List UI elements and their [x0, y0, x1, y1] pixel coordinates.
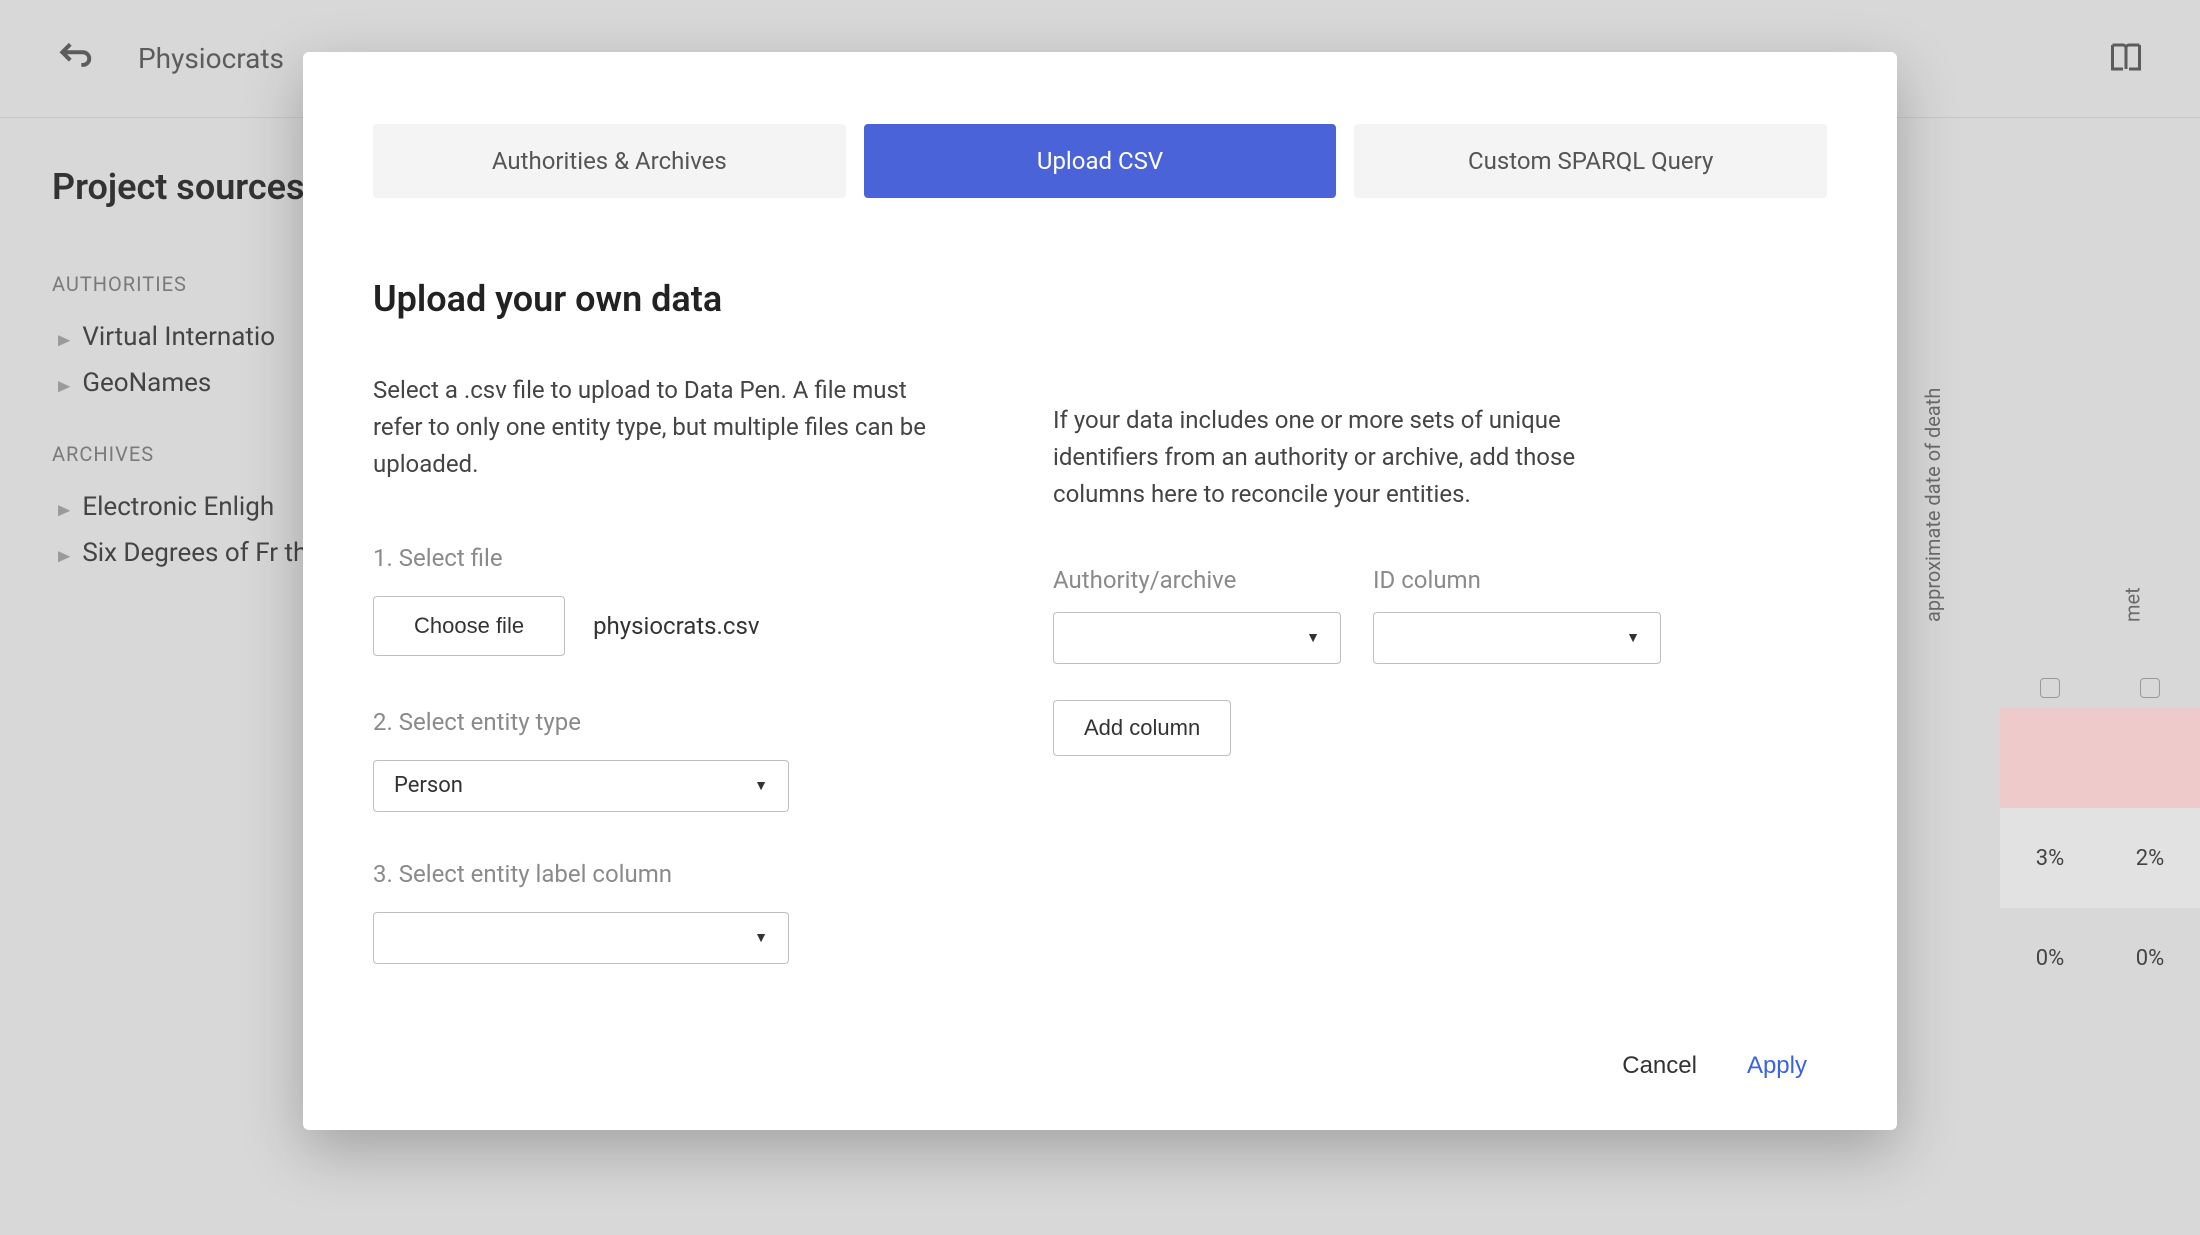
cancel-button[interactable]: Cancel	[1622, 1052, 1697, 1080]
modal-heading: Upload your own data	[373, 278, 1827, 320]
tab-upload-csv[interactable]: Upload CSV	[864, 124, 1337, 198]
modal-tabs: Authorities & Archives Upload CSV Custom…	[373, 124, 1827, 198]
upload-modal: Authorities & Archives Upload CSV Custom…	[303, 52, 1897, 1130]
chevron-down-icon: ▼	[1306, 629, 1320, 646]
step-2-label: 2. Select entity type	[373, 708, 933, 736]
chevron-down-icon: ▼	[754, 929, 768, 946]
id-column-label: ID column	[1373, 566, 1661, 594]
modal-description: Select a .csv file to upload to Data Pen…	[373, 372, 933, 484]
authority-label: Authority/archive	[1053, 566, 1341, 594]
chevron-down-icon: ▼	[1626, 629, 1640, 646]
entity-type-select[interactable]: Person ▼	[373, 760, 789, 812]
tab-authorities[interactable]: Authorities & Archives	[373, 124, 846, 198]
chevron-down-icon: ▼	[754, 777, 768, 794]
modal-backdrop: Authorities & Archives Upload CSV Custom…	[0, 0, 2200, 1235]
apply-button[interactable]: Apply	[1747, 1052, 1807, 1080]
step-3-label: 3. Select entity label column	[373, 860, 933, 888]
authority-select[interactable]: ▼	[1053, 612, 1341, 664]
id-column-select[interactable]: ▼	[1373, 612, 1661, 664]
add-column-button[interactable]: Add column	[1053, 700, 1231, 756]
selected-filename: physiocrats.csv	[593, 612, 759, 640]
entity-label-select[interactable]: ▼	[373, 912, 789, 964]
reconcile-description: If your data includes one or more sets o…	[1053, 402, 1653, 514]
choose-file-button[interactable]: Choose file	[373, 596, 565, 656]
tab-sparql[interactable]: Custom SPARQL Query	[1354, 124, 1827, 198]
step-1-label: 1. Select file	[373, 544, 933, 572]
select-value: Person	[394, 773, 463, 798]
